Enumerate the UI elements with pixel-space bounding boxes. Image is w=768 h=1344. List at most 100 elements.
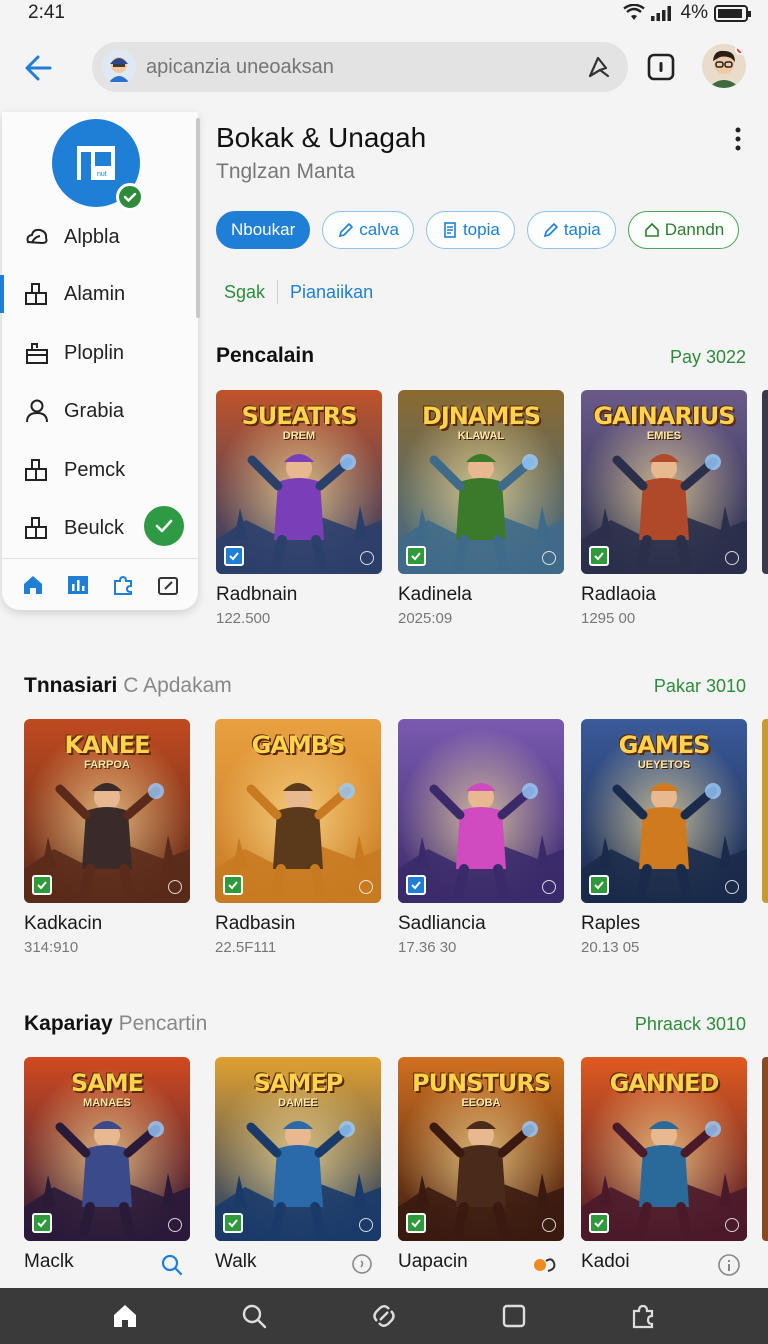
section-more-link[interactable]: Pay 3022 [670, 347, 746, 368]
app-logo[interactable]: nut [52, 119, 144, 211]
game-logo-subtext: KLAWAL [457, 430, 505, 442]
link-icon[interactable] [369, 1301, 399, 1331]
search-icon[interactable] [239, 1301, 269, 1331]
info-icon[interactable] [717, 1253, 741, 1277]
game-thumbnail[interactable]: SAME MANAES [24, 1057, 190, 1241]
game-title: Kadinela [398, 584, 472, 605]
progress-ring-icon [542, 551, 556, 565]
installed-check-icon [223, 875, 243, 895]
verified-check-icon [116, 183, 144, 211]
tablet-icon[interactable] [644, 50, 678, 84]
app-avatar-icon [102, 50, 136, 84]
game-card[interactable]: Sadliancia 17.36 30 [398, 719, 564, 956]
sidebar-item-pemck[interactable]: Pemck [2, 445, 198, 495]
search-input[interactable] [146, 55, 586, 79]
progress-ring-icon [725, 551, 739, 565]
search-icon[interactable] [351, 1253, 375, 1277]
game-thumbnail[interactable]: GAMBS [215, 719, 381, 903]
sidebar-item-ploplin[interactable]: Ploplin [2, 328, 198, 378]
page-subtitle: Tnglzan Manta [216, 160, 355, 183]
installed-check-icon [589, 875, 609, 895]
game-logo-text: PUNSTURS [411, 1069, 551, 1097]
search-icon[interactable] [160, 1253, 184, 1277]
game-logo-text: GAMBS [251, 731, 346, 759]
chip-tapia[interactable]: tapia [526, 211, 616, 249]
chip-danndn[interactable]: Danndn [627, 211, 740, 249]
game-title: Radbnain [216, 584, 298, 605]
game-logo-text: DJNAMES [421, 402, 541, 430]
chip-label: Nboukar [231, 220, 296, 239]
game-card[interactable]: PUNSTURS EEOBA Uapacin [398, 1057, 564, 1277]
wifi-icon [622, 4, 645, 20]
game-card[interactable]: DJNAMES KLAWAL Kadinela 2025:09 [398, 390, 564, 627]
search-bar[interactable] [92, 42, 628, 92]
installed-check-icon [223, 1213, 243, 1233]
game-thumbnail[interactable]: SAMEP DAMEE [215, 1057, 381, 1241]
next-card-peek[interactable] [762, 1057, 768, 1241]
game-card[interactable]: GAMES UEYETOS Raples 20.13 05 [581, 719, 747, 956]
installed-check-icon [406, 546, 426, 566]
more-options-icon[interactable] [728, 126, 748, 152]
home-icon[interactable] [21, 573, 45, 597]
chip-label: Danndn [664, 220, 725, 239]
game-logo-text: GAINARIUS [593, 402, 735, 430]
voice-icon[interactable] [586, 54, 612, 80]
notification-dot [735, 44, 746, 55]
game-thumbnail[interactable] [398, 719, 564, 903]
chip-calva[interactable]: calva [322, 211, 414, 249]
game-logo-text: GAMES [618, 731, 711, 759]
game-card[interactable]: GAMBS Radbasin 22.5F111 [215, 719, 381, 956]
game-thumbnail[interactable]: SUEATRS DREM [216, 390, 382, 574]
chip-nboukar[interactable]: Nboukar [216, 211, 311, 249]
game-thumbnail[interactable]: PUNSTURS EEOBA [398, 1057, 564, 1241]
section-title: Kapariay Pencartin [24, 1012, 207, 1036]
puzzle-icon[interactable] [111, 573, 135, 597]
home-icon[interactable] [110, 1301, 140, 1331]
confirm-check-button[interactable] [144, 506, 184, 546]
sidebar-item-grabia[interactable]: Grabia [2, 386, 198, 436]
game-card[interactable]: SUEATRS DREM Radbnain 122.500 [216, 390, 382, 627]
game-title: Radlaoia [581, 584, 656, 605]
next-card-peek[interactable] [762, 390, 768, 574]
user-avatar[interactable] [702, 44, 746, 88]
game-card[interactable]: SAME MANAES Maclk [24, 1057, 190, 1277]
game-thumbnail[interactable]: GAINARIUS EMIES [581, 390, 747, 574]
game-card[interactable]: GAINARIUS EMIES Radlaoia 1295 00 [581, 390, 747, 627]
square-icon[interactable] [499, 1301, 529, 1331]
game-card[interactable]: GANNED Kadoi [581, 1057, 747, 1277]
section-more-link[interactable]: Phraack 3010 [635, 1014, 746, 1035]
next-card-peek[interactable] [762, 719, 768, 903]
section-title-secondary: Pencartin [118, 1012, 208, 1035]
game-logo-subtext: UEYETOS [637, 759, 691, 771]
game-card[interactable]: SAMEP DAMEE Walk [215, 1057, 381, 1277]
progress-ring-icon [542, 1218, 556, 1232]
game-thumbnail[interactable]: DJNAMES KLAWAL [398, 390, 564, 574]
chart-icon[interactable] [66, 573, 90, 597]
status-icons: 4% [622, 2, 751, 24]
edit-box-icon[interactable] [156, 573, 180, 597]
tab-pianaiikan[interactable]: Pianaiikan [290, 282, 373, 303]
game-card[interactable]: KANEE FARPOA Kadkacin 314:910 [24, 719, 190, 956]
installed-check-icon [589, 546, 609, 566]
back-arrow-icon[interactable] [20, 48, 60, 88]
game-thumbnail[interactable]: GANNED [581, 1057, 747, 1241]
sidebar-item-alpbla[interactable]: Alpbla [2, 212, 198, 262]
chip-topia[interactable]: topia [425, 211, 515, 249]
home-outline-icon [644, 222, 659, 237]
pen-icon [339, 222, 354, 238]
activity-badge-icon[interactable] [534, 1253, 558, 1277]
sidebar-item-alamin[interactable]: Alamin [0, 269, 198, 319]
blocks-icon [25, 459, 47, 481]
section-more-link[interactable]: Pakar 3010 [654, 676, 746, 697]
svg-text:nut: nut [97, 171, 107, 178]
check-icon [155, 519, 173, 533]
chip-label: calva [359, 220, 399, 239]
puzzle-icon[interactable] [628, 1301, 658, 1331]
game-thumbnail[interactable]: KANEE FARPOA [24, 719, 190, 903]
installed-check-icon [224, 546, 244, 566]
person-icon [26, 399, 48, 423]
game-thumbnail[interactable]: GAMES UEYETOS [581, 719, 747, 903]
side-panel: nut Alpbla Alamin Ploplin Grabia Pemck B… [0, 112, 200, 610]
divider [277, 280, 279, 304]
tab-sgak[interactable]: Sgak [224, 282, 265, 303]
